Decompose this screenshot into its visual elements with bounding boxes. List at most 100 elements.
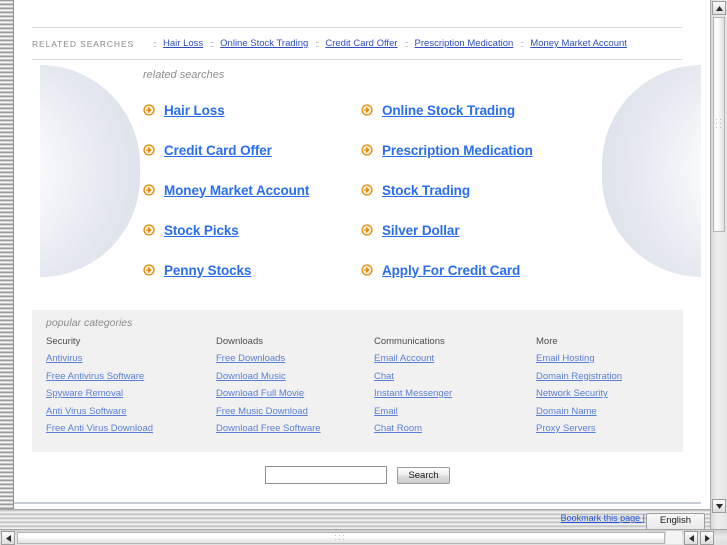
search-button[interactable]: Search (397, 466, 450, 484)
strip-separator: :: (520, 38, 524, 49)
scroll-right-arrow-icon[interactable] (700, 531, 714, 545)
arrow-circle-right-icon (143, 224, 155, 236)
arrow-circle-right-icon (143, 104, 155, 116)
popular-category-link[interactable]: Network Security (536, 388, 671, 399)
search-box[interactable] (265, 466, 404, 484)
arrow-circle-right-icon (361, 104, 373, 116)
strip-link[interactable]: Credit Card Offer (325, 38, 397, 49)
related-searches-strip-links: :: Hair Loss:: Online Stock Trading:: Credi… (146, 38, 627, 49)
related-search-link[interactable]: Money Market Account (164, 183, 309, 198)
popular-category-link[interactable]: Download Full Movie (216, 388, 374, 399)
strip-link[interactable]: Hair Loss (163, 38, 203, 49)
popular-category-link[interactable]: Email Account (374, 353, 536, 364)
popular-category-column: Security Antivirus Free Antivirus Software… (46, 336, 216, 441)
related-searches-section: related searches Hair Loss Online Stock T… (14, 62, 701, 287)
strip-separator: :: (210, 38, 214, 49)
popular-category-link[interactable]: Free Antivirus Software (46, 371, 216, 382)
status-bar: Bookmark this page | English (0, 509, 727, 531)
popular-category-link[interactable]: Download Music (216, 371, 374, 382)
popular-category-link[interactable]: Free Music Download (216, 406, 374, 417)
related-search-link[interactable]: Silver Dollar (382, 223, 460, 238)
popular-category-column: More Email Hosting Domain Registration Netw… (536, 336, 671, 441)
related-searches-strip: RELATED SEARCHES :: Hair Loss:: Online Sto… (14, 33, 701, 58)
related-search-item[interactable]: Silver Dollar (361, 210, 593, 250)
search-row: Search (14, 466, 701, 484)
related-search-item[interactable]: Money Market Account (143, 170, 361, 210)
strip-link[interactable]: Prescription Medication (415, 38, 514, 49)
popular-category-column: Communications Email Account Chat Instant M… (374, 336, 536, 441)
search-input[interactable] (268, 468, 404, 482)
arrow-circle-right-icon (361, 184, 373, 196)
related-search-item[interactable]: Penny Stocks (143, 250, 361, 290)
popular-category-link[interactable]: Free Downloads (216, 353, 374, 364)
popular-category-link[interactable]: Domain Registration (536, 371, 671, 382)
related-search-link[interactable]: Stock Picks (164, 223, 239, 238)
related-search-link[interactable]: Penny Stocks (164, 263, 251, 278)
popular-categories-title: popular categories (46, 317, 133, 329)
popular-category-link[interactable]: Proxy Servers (536, 423, 671, 434)
popular-category-heading: Communications (374, 336, 445, 347)
arrow-circle-right-icon (361, 224, 373, 236)
vertical-scrollbar-thumb[interactable] (713, 17, 725, 232)
related-search-item[interactable]: Stock Picks (143, 210, 361, 250)
scroll-down-arrow-icon[interactable] (712, 499, 726, 513)
arrow-circle-right-icon (143, 144, 155, 156)
scrollbar-grip-icon (334, 534, 348, 542)
related-searches-grid: Hair Loss Online Stock Trading Credit Card… (143, 90, 593, 290)
related-search-link[interactable]: Stock Trading (382, 183, 470, 198)
related-search-item[interactable]: Stock Trading (361, 170, 593, 210)
browser-window: RELATED SEARCHES :: Hair Loss:: Online Sto… (0, 0, 727, 545)
horizontal-scrollbar[interactable] (0, 529, 727, 545)
arrow-circle-right-icon (361, 144, 373, 156)
popular-category-link[interactable]: Chat (374, 371, 536, 382)
popular-category-link[interactable]: Domain Name (536, 406, 671, 417)
popular-category-heading: Downloads (216, 336, 263, 347)
strip-separator: :: (404, 38, 409, 49)
related-search-item[interactable]: Online Stock Trading (361, 90, 593, 130)
related-search-link[interactable]: Apply For Credit Card (382, 263, 520, 278)
popular-category-heading: Security (46, 336, 81, 347)
popular-category-heading: More (536, 336, 558, 347)
related-search-link[interactable]: Hair Loss (164, 103, 225, 118)
related-search-link[interactable]: Online Stock Trading (382, 103, 515, 118)
related-searches-title: related searches (143, 69, 225, 81)
related-search-item[interactable]: Apply For Credit Card (361, 250, 593, 290)
page-bottom-divider (14, 502, 701, 504)
strip-bottom-divider (32, 59, 682, 60)
popular-category-column: Downloads Free Downloads Download Music Dow… (216, 336, 374, 441)
strip-link[interactable]: Money Market Account (530, 38, 627, 49)
scroll-left-arrow-icon[interactable] (1, 531, 15, 545)
scroll-left-arrow-icon-secondary[interactable] (684, 531, 698, 545)
popular-category-link[interactable]: Instant Messenger (374, 388, 536, 399)
horizontal-scrollbar-thumb[interactable] (17, 532, 665, 544)
popular-category-link[interactable]: Download Free Software (216, 423, 374, 434)
popular-categories-panel: popular categories Security Antivirus Free… (32, 310, 683, 452)
bookmark-this-page-link[interactable]: Bookmark this page | (561, 513, 645, 523)
popular-category-link[interactable]: Spyware Removal (46, 388, 216, 399)
strip-separator: :: (153, 38, 157, 49)
related-searches-strip-label: RELATED SEARCHES (32, 39, 135, 49)
popular-category-link[interactable]: Email Hosting (536, 353, 671, 364)
strip-separator: :: (315, 38, 319, 49)
related-search-link[interactable]: Credit Card Offer (164, 143, 272, 158)
scrollbar-grip-icon (715, 118, 723, 131)
popular-categories-columns: Security Antivirus Free Antivirus Software… (46, 336, 671, 441)
page-canvas: RELATED SEARCHES :: Hair Loss:: Online Sto… (14, 0, 701, 509)
strip-link[interactable]: Online Stock Trading (220, 38, 308, 49)
related-search-item[interactable]: Credit Card Offer (143, 130, 361, 170)
popular-category-link[interactable]: Anti Virus Software (46, 406, 216, 417)
related-search-item[interactable]: Prescription Medication (361, 130, 593, 170)
popular-category-link[interactable]: Chat Room (374, 423, 536, 434)
popular-category-link[interactable]: Email (374, 406, 536, 417)
arrow-circle-right-icon (361, 264, 373, 276)
scrollbar-corner (666, 531, 682, 544)
related-search-item[interactable]: Hair Loss (143, 90, 361, 130)
left-decorative-gutter (0, 0, 14, 532)
popular-category-link[interactable]: Antivirus (46, 353, 216, 364)
vertical-scrollbar[interactable] (710, 0, 727, 529)
scroll-up-arrow-icon[interactable] (712, 1, 726, 15)
arrow-circle-right-icon (143, 264, 155, 276)
related-search-link[interactable]: Prescription Medication (382, 143, 533, 158)
popular-category-link[interactable]: Free Anti Virus Download (46, 423, 216, 434)
top-divider (32, 27, 682, 28)
